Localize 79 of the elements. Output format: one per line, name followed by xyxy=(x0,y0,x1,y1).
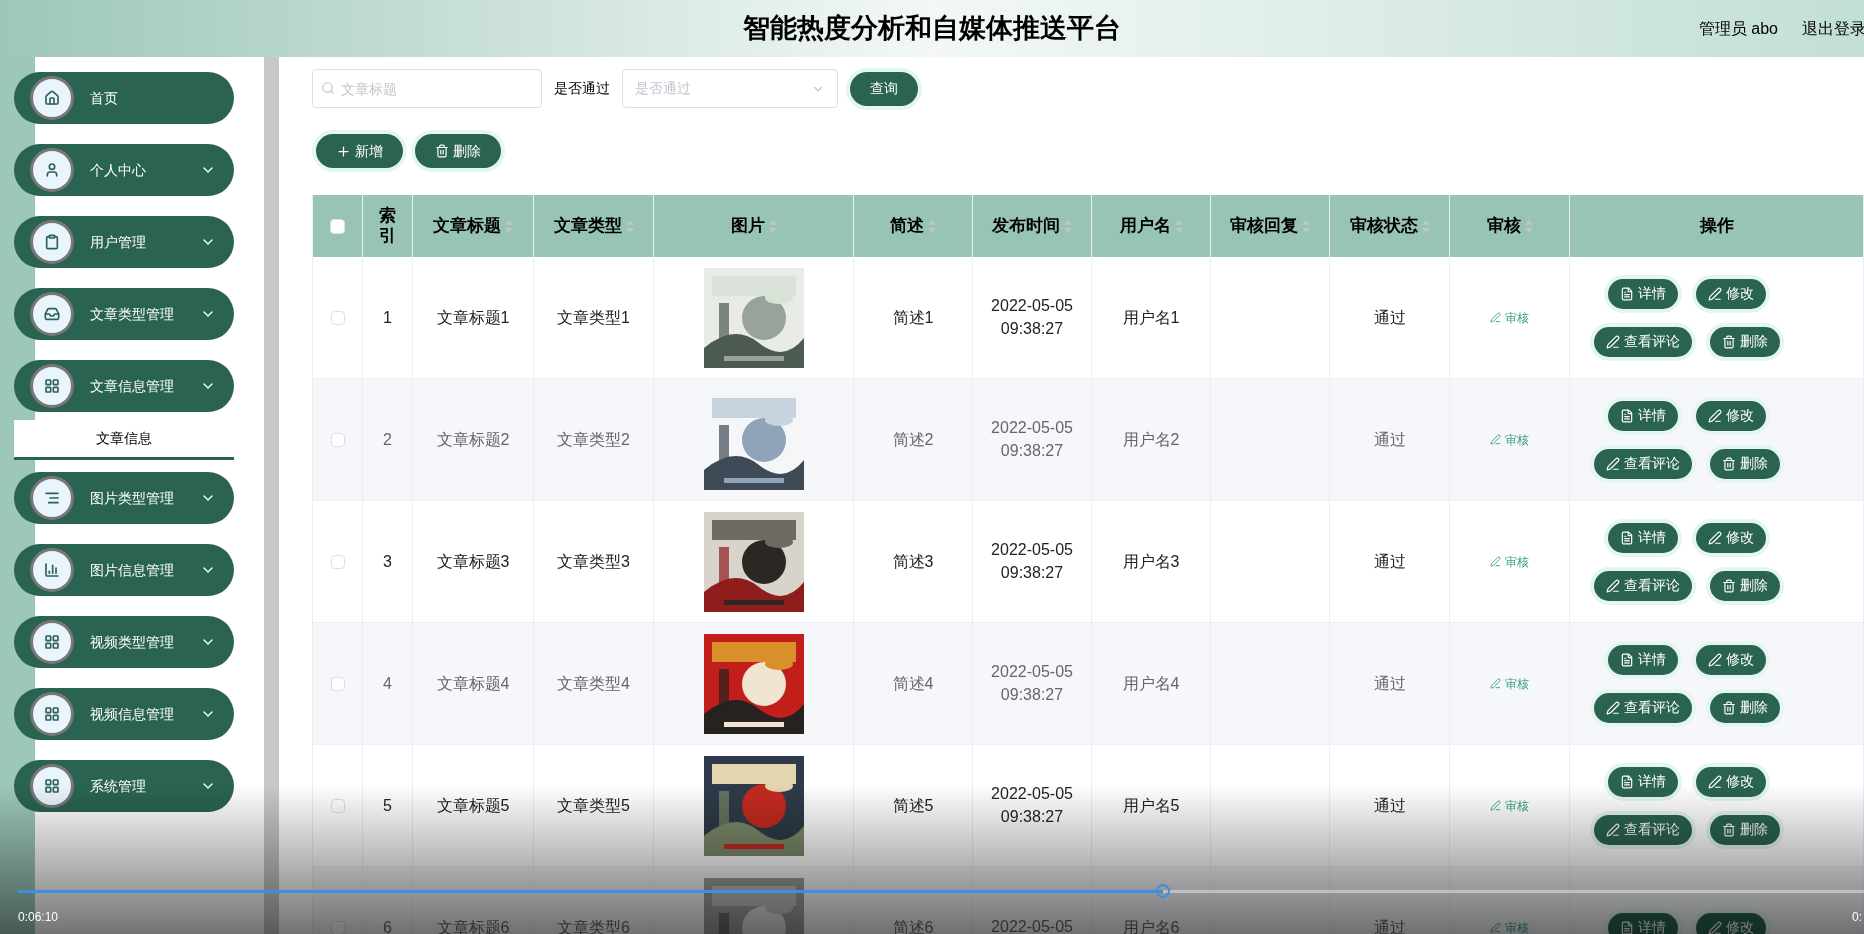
menu-item[interactable]: 个人中心 xyxy=(14,144,234,196)
pen-icon xyxy=(1605,578,1620,593)
pen-icon xyxy=(1490,312,1501,323)
title-search-field[interactable]: 文章标题 xyxy=(312,69,542,108)
row-checkbox[interactable] xyxy=(330,554,345,569)
grid-icon xyxy=(30,764,74,808)
scrollbar[interactable] xyxy=(264,57,279,934)
submenu-item[interactable]: 文章信息 xyxy=(14,420,234,460)
sort-icon[interactable] xyxy=(928,219,936,233)
menu-item[interactable]: 文章信息管理 xyxy=(14,360,234,412)
menu-item[interactable]: 首页 xyxy=(14,72,234,124)
row-checkbox[interactable] xyxy=(330,920,345,934)
pen-icon xyxy=(1707,774,1722,789)
document-icon xyxy=(1619,286,1634,301)
sort-icon[interactable] xyxy=(768,219,777,233)
pen-icon xyxy=(1707,286,1722,301)
menu-item[interactable]: 图片信息管理 xyxy=(14,544,234,596)
trash-icon xyxy=(1721,700,1736,715)
pen-icon xyxy=(1605,822,1620,837)
pen-icon xyxy=(1490,800,1501,811)
menu-item[interactable]: 视频类型管理 xyxy=(14,616,234,668)
pen-icon xyxy=(1605,456,1620,471)
document-icon xyxy=(1619,774,1634,789)
progress-track[interactable] xyxy=(18,890,1864,893)
row-checkbox[interactable] xyxy=(330,798,345,813)
filter-label: 是否通过 xyxy=(554,79,610,98)
tray-icon xyxy=(30,292,74,336)
row-checkbox[interactable] xyxy=(330,432,345,447)
trash-icon xyxy=(1721,334,1736,349)
menu-item[interactable]: 视频信息管理 xyxy=(14,688,234,740)
clipboard-icon xyxy=(30,220,74,264)
row-checkbox[interactable] xyxy=(330,310,345,325)
pen-icon xyxy=(1707,920,1722,934)
pen-icon xyxy=(1490,922,1501,933)
document-icon xyxy=(1619,652,1634,667)
document-icon xyxy=(1619,408,1634,423)
row-checkbox[interactable] xyxy=(330,676,345,691)
sort-icon[interactable] xyxy=(1421,219,1430,233)
menu-item[interactable]: 用户管理 xyxy=(14,216,234,268)
sort-icon[interactable] xyxy=(505,219,513,233)
grid-icon xyxy=(30,692,74,736)
sort-icon[interactable] xyxy=(1064,219,1072,233)
menu-item[interactable]: 系统管理 xyxy=(14,760,234,812)
trash-icon xyxy=(1721,822,1736,837)
menu-item[interactable]: 文章类型管理 xyxy=(14,288,234,340)
search-icon xyxy=(321,81,335,95)
menu-item[interactable]: 图片类型管理 xyxy=(14,472,234,524)
pen-icon xyxy=(1490,556,1501,567)
grid-icon xyxy=(30,364,74,408)
admin-name: 管理员 abo xyxy=(1698,18,1778,39)
home-icon xyxy=(30,76,74,120)
trash-icon xyxy=(1721,456,1736,471)
trash-icon xyxy=(435,144,449,158)
pen-icon xyxy=(1707,652,1722,667)
document-icon xyxy=(1619,920,1634,934)
sort-icon[interactable] xyxy=(1302,219,1310,233)
row-action-button[interactable]: 详情 xyxy=(1607,912,1678,934)
lines-icon xyxy=(30,476,74,520)
pen-icon xyxy=(1490,678,1501,689)
trash-icon xyxy=(1721,578,1736,593)
table-cell: 通过 xyxy=(1330,867,1450,934)
document-icon xyxy=(1619,530,1634,545)
current-time: 0:06:10 xyxy=(18,909,59,926)
pen-icon xyxy=(1707,530,1722,545)
pen-icon xyxy=(1707,408,1722,423)
progress-handle[interactable] xyxy=(1155,884,1170,898)
user-icon xyxy=(30,148,74,192)
grid-icon xyxy=(30,620,74,664)
plus-icon xyxy=(336,143,351,159)
select-all-checkbox[interactable] xyxy=(330,218,345,234)
pen-icon xyxy=(1605,700,1620,715)
pen-icon xyxy=(1605,334,1620,349)
bar-chart-icon xyxy=(30,548,74,592)
app-title: 智能热度分析和自媒体推送平台 xyxy=(743,12,1121,46)
sort-icon[interactable] xyxy=(1524,219,1533,233)
sort-icon[interactable] xyxy=(625,219,634,233)
total-time: 0: xyxy=(1852,909,1862,926)
pen-icon xyxy=(1490,434,1501,445)
sort-icon[interactable] xyxy=(1174,219,1183,233)
